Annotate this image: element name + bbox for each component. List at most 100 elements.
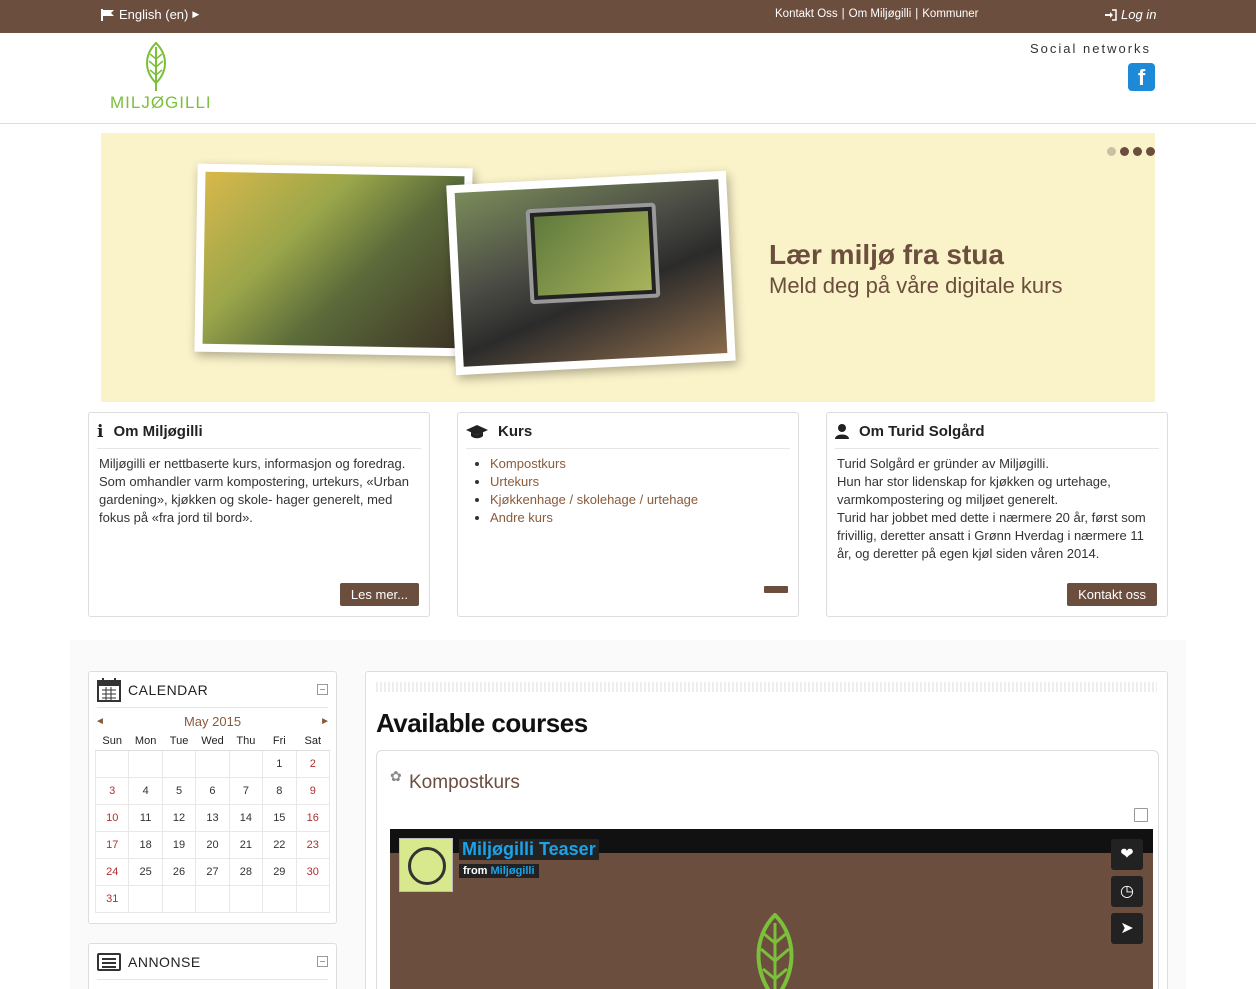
calendar-day[interactable]: 17	[94, 830, 130, 859]
video-author[interactable]: Miljøgilli	[491, 865, 535, 877]
send-icon[interactable]: ➤	[1111, 913, 1143, 944]
list-item: Urtekurs	[490, 473, 788, 491]
login-link[interactable]: Log in	[1104, 7, 1156, 22]
video-player[interactable]: Miljøgilli Teaser from Miljøgilli ❤ ◷ ➤	[390, 829, 1153, 989]
edit-icon[interactable]	[1134, 808, 1148, 822]
calendar-empty-cell	[128, 749, 163, 778]
link-om-miljogilli[interactable]: Om Miljøgilli	[849, 8, 912, 20]
calendar-day[interactable]: 5	[161, 776, 197, 805]
list-icon	[97, 952, 121, 971]
calendar-day[interactable]: 27	[195, 857, 230, 886]
box-title: Kurs	[498, 423, 533, 440]
calendar-day[interactable]: 2	[295, 749, 331, 778]
collapse-icon[interactable]	[317, 684, 328, 695]
course-card: ✿ Kompostkurs Miljøgilli Teaser from Mil…	[376, 750, 1159, 989]
weekday-header: Thu	[229, 733, 263, 751]
calendar-empty-cell	[94, 749, 130, 778]
graduation-cap-icon	[466, 424, 488, 438]
course-list: Kompostkurs Urtekurs Kjøkkenhage / skole…	[458, 449, 798, 533]
language-selector[interactable]: English (en) ▶	[101, 7, 199, 22]
om-turid-box: Om Turid Solgård Turid Solgård er gründe…	[826, 412, 1168, 617]
slider-dot[interactable]	[1146, 147, 1155, 156]
link-kontakt-oss[interactable]: Kontakt Oss	[775, 8, 838, 20]
calendar-day[interactable]: 25	[128, 857, 163, 886]
calendar-day[interactable]: 30	[295, 857, 331, 886]
video-title[interactable]: Miljøgilli Teaser	[459, 839, 599, 860]
calendar-empty-cell	[295, 884, 331, 913]
calendar-empty-cell	[195, 884, 230, 913]
slider-dot[interactable]	[1107, 147, 1116, 156]
course-link-kjokkenhage[interactable]: Kjøkkenhage / skolehage / urtehage	[490, 492, 698, 507]
weekday-header: Fri	[262, 733, 297, 751]
box-title: Om Miljøgilli	[113, 423, 203, 440]
slider-dot[interactable]	[1120, 147, 1129, 156]
kontakt-oss-button[interactable]: Kontakt oss	[1067, 583, 1157, 606]
box-text: Turid Solgård er gründer av Miljøgilli. …	[827, 449, 1167, 569]
course-title[interactable]: Kompostkurs	[409, 772, 520, 794]
slider-dot[interactable]	[1133, 147, 1142, 156]
calendar-week: 12	[94, 749, 331, 778]
prev-month-arrow-icon[interactable]: ◄	[95, 716, 105, 727]
language-label: English (en)	[119, 7, 189, 22]
block-header: ANNONSE	[97, 944, 328, 980]
calendar-day[interactable]: 12	[161, 803, 197, 832]
calendar-day[interactable]: 6	[195, 776, 230, 805]
course-link-kompostkurs[interactable]: Kompostkurs	[490, 456, 566, 471]
box-header: Kurs	[466, 421, 790, 449]
next-month-arrow-icon[interactable]: ►	[320, 716, 330, 727]
calendar-week: 31	[94, 884, 331, 913]
available-courses-heading: Available courses	[376, 708, 588, 738]
calendar-empty-cell	[128, 884, 163, 913]
link-kommuner[interactable]: Kommuner	[922, 8, 978, 20]
list-item: Andre kurs	[490, 509, 788, 527]
calendar-day[interactable]: 22	[262, 830, 297, 859]
calendar-day[interactable]: 26	[161, 857, 197, 886]
clock-icon[interactable]: ◷	[1111, 876, 1143, 907]
collapse-icon[interactable]	[317, 956, 328, 967]
weekday-header: Tue	[162, 733, 196, 751]
weekday-header: Sat	[296, 733, 330, 751]
calendar-month: May 2015	[183, 714, 242, 729]
banner-title: Lær miljø fra stua	[769, 239, 1004, 270]
calendar-day[interactable]: 7	[228, 776, 264, 805]
caret-right-icon: ▶	[192, 9, 200, 19]
course-link-andre-kurs[interactable]: Andre kurs	[490, 510, 553, 525]
calendar-day[interactable]: 15	[262, 803, 297, 832]
course-link-urtekurs[interactable]: Urtekurs	[490, 474, 539, 489]
facebook-icon[interactable]: f	[1128, 63, 1155, 91]
calendar-day[interactable]: 24	[94, 857, 130, 886]
calendar-empty-cell	[228, 749, 264, 778]
calendar-day[interactable]: 19	[161, 830, 197, 859]
heart-icon[interactable]: ❤	[1111, 839, 1143, 870]
calendar-day[interactable]: 28	[228, 857, 264, 886]
calendar-day[interactable]: 18	[128, 830, 163, 859]
calendar-day[interactable]: 9	[295, 776, 331, 805]
block-header: CALENDAR	[97, 672, 328, 708]
calendar-day[interactable]: 14	[228, 803, 264, 832]
calendar-day[interactable]: 4	[128, 776, 163, 805]
site-header: MILJØGILLI Social networks f	[0, 33, 1256, 124]
les-mer-button[interactable]: Les mer...	[339, 583, 419, 606]
calendar-week: 10 11 12 13 14 15 16	[94, 803, 331, 832]
calendar-day[interactable]: 16	[295, 803, 331, 832]
calendar-day[interactable]: 3	[94, 776, 130, 805]
calendar-day[interactable]: 21	[228, 830, 264, 859]
list-item: Kjøkkenhage / skolehage / urtehage	[490, 491, 788, 509]
dotted-divider	[376, 682, 1157, 692]
top-links: Kontakt Oss | Om Miljøgilli | Kommuner	[775, 8, 979, 20]
calendar-block: CALENDAR ◄ May 2015 ► Sun Mon Tue Wed Th…	[88, 671, 337, 924]
calendar-day[interactable]: 29	[262, 857, 297, 886]
box-header: Om Turid Solgård	[835, 421, 1159, 449]
calendar-day[interactable]: 10	[94, 803, 130, 832]
calendar-day[interactable]: 1	[262, 749, 297, 778]
calendar-day[interactable]: 20	[195, 830, 230, 859]
calendar-day[interactable]: 13	[195, 803, 230, 832]
available-courses-region: Available courses ✿ Kompostkurs Miljøgil…	[365, 671, 1168, 989]
site-logo[interactable]: MILJØGILLI	[110, 41, 211, 115]
calendar-day[interactable]: 11	[128, 803, 163, 832]
calendar-day[interactable]: 23	[295, 830, 331, 859]
kurs-button[interactable]	[764, 586, 788, 593]
login-label: Log in	[1121, 7, 1157, 22]
calendar-day[interactable]: 8	[262, 776, 297, 805]
calendar-day[interactable]: 31	[94, 884, 130, 913]
